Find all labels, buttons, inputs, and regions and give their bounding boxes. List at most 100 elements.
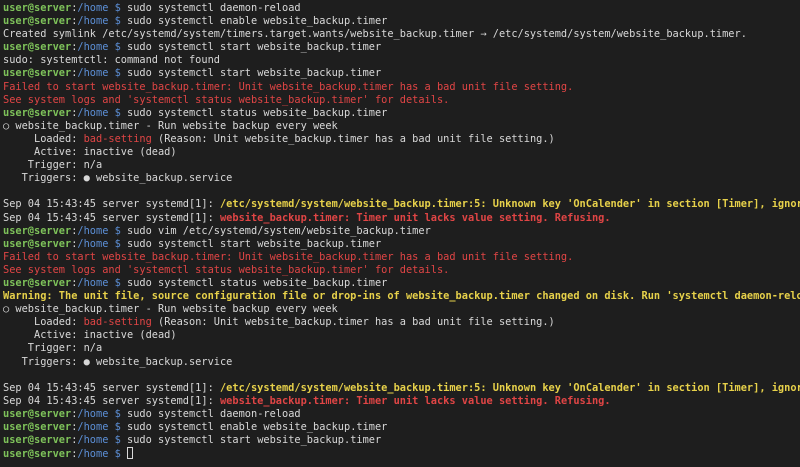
prompt-line: user@server:/home $ sudo systemctl start… [3, 41, 800, 54]
output-line: Loaded: bad-setting (Reason: Unit websit… [3, 316, 800, 329]
prompt-user: user@server [3, 41, 72, 54]
prompt-path: /home [77, 276, 109, 289]
prompt-line: user@server:/home $ sudo systemctl enabl… [3, 421, 800, 434]
prompt-line: user@server:/home $ sudo systemctl start… [3, 238, 800, 251]
output-text: bad-setting [83, 316, 152, 329]
output-line: Loaded: bad-setting (Reason: Unit websit… [3, 133, 800, 146]
prompt-user: user@server [3, 224, 72, 237]
terminal-window[interactable]: user@server:/home $ sudo systemctl daemo… [0, 0, 800, 467]
text-cursor[interactable] [127, 447, 134, 460]
output-text: Active: inactive (dead) [3, 146, 177, 159]
output-text: website_backup.timer: Timer unit lacks v… [219, 211, 611, 224]
prompt-path: /home [77, 67, 109, 80]
output-line: Sep 04 15:43:45 server systemd[1]: /etc/… [3, 198, 800, 211]
prompt-symbol: $ [108, 41, 128, 54]
prompt-line: user@server:/home $ sudo vim /etc/system… [3, 225, 800, 238]
prompt-symbol: $ [108, 224, 128, 237]
output-text: Warning: The unit file, source configura… [3, 290, 800, 303]
output-line: Sep 04 15:43:45 server systemd[1]: websi… [3, 212, 800, 225]
prompt-path: /home [77, 224, 109, 237]
output-text: See system logs and 'systemctl status we… [3, 93, 450, 106]
prompt-user: user@server [3, 2, 72, 14]
output-text: Trigger: n/a [3, 342, 103, 355]
output-text: Created symlink /etc/systemd/system/time… [3, 28, 747, 41]
output-line: Failed to start website_backup.timer: Un… [3, 251, 800, 264]
prompt-path: /home [77, 448, 109, 461]
output-text: See system logs and 'systemctl status we… [3, 263, 450, 276]
command-text: sudo vim /etc/systemd/system/website_bac… [127, 224, 431, 237]
prompt-user: user@server [3, 421, 72, 433]
prompt-path: /home [77, 434, 109, 447]
prompt-path: /home [77, 41, 109, 54]
output-text: Sep 04 15:43:45 server systemd[1]: [3, 198, 220, 211]
output-line: Active: inactive (dead) [3, 329, 800, 342]
command-text: sudo systemctl daemon-reload [127, 407, 301, 420]
prompt-line: user@server:/home $ sudo systemctl statu… [3, 277, 800, 290]
output-text: Failed to start website_backup.timer: Un… [3, 80, 574, 93]
prompt-symbol: $ [108, 2, 128, 14]
output-line: ○ website_backup.timer - Run website bac… [3, 120, 800, 133]
prompt-line: user@server:/home $ sudo systemctl statu… [3, 107, 800, 120]
prompt-user: user@server [3, 448, 72, 461]
prompt-symbol: $ [108, 434, 128, 447]
prompt-symbol: $ [108, 276, 128, 289]
prompt-path: /home [77, 421, 109, 433]
output-line: Active: inactive (dead) [3, 146, 800, 159]
prompt-user: user@server [3, 67, 72, 80]
command-text: sudo systemctl enable website_backup.tim… [127, 15, 388, 28]
output-line: Sep 04 15:43:45 server systemd[1]: /etc/… [3, 382, 800, 395]
output-text: Failed to start website_backup.timer: Un… [3, 250, 574, 263]
prompt-symbol: $ [108, 67, 128, 80]
output-line: Failed to start website_backup.timer: Un… [3, 81, 800, 94]
output-text: Sep 04 15:43:45 server systemd[1]: [3, 211, 220, 224]
output-text: /etc/systemd/system/website_backup.timer… [219, 198, 800, 211]
output-text: bad-setting [83, 132, 152, 145]
prompt-symbol: $ [108, 407, 128, 420]
output-text: sudo: systemtctl: command not found [3, 54, 220, 67]
output-text: Sep 04 15:43:45 server systemd[1]: [3, 381, 220, 394]
command-text: sudo systemctl start website_backup.time… [127, 434, 382, 447]
prompt-line: user@server:/home $ sudo systemctl daemo… [3, 2, 800, 15]
prompt-user: user@server [3, 237, 72, 250]
output-text: Loaded: [3, 132, 84, 145]
prompt-symbol: $ [108, 237, 128, 250]
output-text: Trigger: n/a [3, 159, 103, 172]
output-line: Created symlink /etc/systemd/system/time… [3, 28, 800, 41]
output-text: (Reason: Unit website_backup.timer has a… [151, 132, 555, 145]
output-text: ○ website_backup.timer - Run website bac… [3, 303, 338, 316]
output-line: See system logs and 'systemctl status we… [3, 264, 800, 277]
output-line: ○ website_backup.timer - Run website bac… [3, 303, 800, 316]
prompt-line: user@server:/home $ sudo systemctl daemo… [3, 408, 800, 421]
command-text: sudo systemctl status website_backup.tim… [127, 106, 388, 119]
output-line: See system logs and 'systemctl status we… [3, 94, 800, 107]
output-line: sudo: systemtctl: command not found [3, 54, 800, 67]
output-line: Triggers: ● website_backup.service [3, 172, 800, 185]
prompt-path: /home [77, 15, 109, 28]
output-text: Sep 04 15:43:45 server systemd[1]: [3, 394, 220, 407]
prompt-user: user@server [3, 15, 72, 28]
output-text: (Reason: Unit website_backup.timer has a… [151, 316, 555, 329]
output-line: Warning: The unit file, source configura… [3, 290, 800, 303]
prompt-line: user@server:/home $ sudo systemctl start… [3, 67, 800, 80]
prompt-line: user@server:/home $ sudo systemctl enabl… [3, 15, 800, 28]
output-text: Active: inactive (dead) [3, 329, 177, 342]
prompt-line: user@server:/home $ [3, 447, 800, 460]
command-text: sudo systemctl enable website_backup.tim… [127, 421, 388, 433]
output-text: Triggers: ● website_backup.service [3, 172, 233, 185]
prompt-symbol: $ [108, 15, 128, 28]
prompt-path: /home [77, 2, 109, 14]
prompt-user: user@server [3, 276, 72, 289]
prompt-path: /home [77, 106, 109, 119]
output-text: Loaded: [3, 316, 84, 329]
prompt-line: user@server:/home $ sudo systemctl start… [3, 434, 800, 447]
prompt-path: /home [77, 407, 109, 420]
output-text: website_backup.timer: Timer unit lacks v… [219, 394, 611, 407]
prompt-symbol: $ [108, 448, 128, 461]
output-line: Sep 04 15:43:45 server systemd[1]: websi… [3, 395, 800, 408]
prompt-symbol: $ [108, 106, 128, 119]
output-text: Triggers: ● website_backup.service [3, 355, 233, 368]
output-text: /etc/systemd/system/website_backup.timer… [219, 381, 800, 394]
command-text: sudo systemctl start website_backup.time… [127, 67, 382, 80]
output-text: ○ website_backup.timer - Run website bac… [3, 119, 338, 132]
